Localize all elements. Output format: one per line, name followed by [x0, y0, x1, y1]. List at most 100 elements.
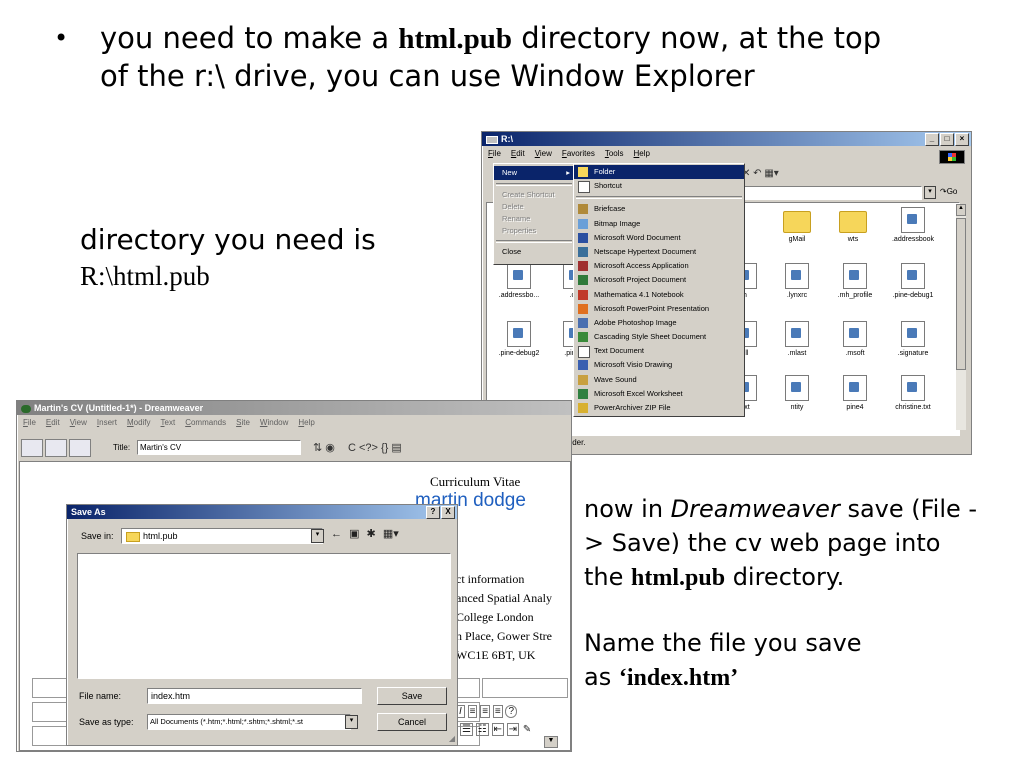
menu-help[interactable]: Help [634, 149, 650, 158]
dw-list-buttons[interactable]: ☰ ☷ ⇤ ⇥ ✎ [460, 723, 532, 736]
new-netscape-item[interactable]: Netscape Hypertext Document [574, 245, 744, 259]
go-button[interactable]: ↷Go [940, 187, 957, 196]
file-menu-new[interactable]: New ▸ [494, 166, 574, 181]
cancel-button[interactable]: Cancel [377, 713, 447, 731]
new-shortcut-item[interactable]: Shortcut [574, 179, 744, 194]
help-icon[interactable]: ? [505, 705, 517, 718]
code-view-icon[interactable] [21, 439, 43, 457]
new-visio-item[interactable]: Microsoft Visio Drawing [574, 358, 744, 372]
menu-tools[interactable]: Tools [605, 149, 624, 158]
new-photoshop-item[interactable]: Adobe Photoshop Image [574, 316, 744, 330]
scroll-thumb[interactable] [956, 218, 966, 370]
new-mathematica-item[interactable]: Mathematica 4.1 Notebook [574, 288, 744, 302]
dw-toolbar-icons[interactable]: ⇅ ◉ C <?> {} ▤ [313, 441, 402, 454]
align-center-icon[interactable]: ≡ [480, 705, 491, 718]
new-submenu[interactable]: Folder Shortcut Briefcase Bitmap Image M… [573, 163, 745, 418]
new-wave-item[interactable]: Wave Sound [574, 373, 744, 387]
save-button[interactable]: Save [377, 687, 447, 705]
save-dialog-titlebar[interactable]: Save As ? X [67, 505, 457, 519]
file-menu-close[interactable]: Close [494, 246, 574, 258]
file-menu-delete[interactable]: Delete [494, 201, 574, 213]
indent-icon[interactable]: ⇥ [506, 723, 520, 736]
dw-table-cell[interactable] [482, 678, 568, 698]
file-item[interactable]: .addressbo... [491, 263, 547, 299]
file-item[interactable]: .pine-debug1 [885, 263, 941, 299]
align-right-icon[interactable]: ≡ [492, 705, 503, 718]
resize-grip-icon[interactable]: ◢ [449, 734, 455, 743]
menu-file[interactable]: File [488, 149, 501, 158]
save-in-dropdown-arrow[interactable]: ▾ [311, 529, 324, 543]
file-item[interactable]: ntity [769, 375, 825, 411]
new-folder-item[interactable]: Folder [574, 165, 744, 180]
new-excel-item[interactable]: Microsoft Excel Worksheet [574, 387, 744, 401]
save-as-type-dropdown[interactable]: All Documents (*.htm;*.html;*.shtm;*.sht… [147, 714, 351, 730]
address-dropdown[interactable]: ▾ [924, 186, 936, 199]
file-item[interactable]: pine4 [827, 375, 883, 411]
file-item[interactable]: christine.txt [885, 375, 941, 411]
file-item[interactable]: .msoft [827, 321, 883, 357]
new-project-item[interactable]: Microsoft Project Document [574, 273, 744, 287]
close-button[interactable]: × [955, 133, 969, 146]
new-css-item[interactable]: Cascading Style Sheet Document [574, 330, 744, 344]
file-item[interactable]: wts [825, 207, 881, 243]
file-menu-create-shortcut[interactable]: Create Shortcut [494, 189, 574, 201]
dw-menu-help[interactable]: Help [298, 418, 314, 427]
dw-menu-window[interactable]: Window [260, 418, 288, 427]
file-management-icon[interactable]: ⇅ [313, 442, 322, 454]
new-word-item[interactable]: Microsoft Word Document [574, 231, 744, 245]
maximize-button[interactable]: □ [940, 133, 954, 146]
design-view-icon[interactable] [69, 439, 91, 457]
save-in-dropdown[interactable]: html.pub [121, 528, 323, 544]
minimize-button[interactable]: _ [925, 133, 939, 146]
refresh-icon[interactable]: C [348, 442, 356, 454]
dw-title-input[interactable]: Martin's CV [137, 440, 301, 455]
file-item[interactable]: .signature [885, 321, 941, 357]
dw-menu-commands[interactable]: Commands [185, 418, 226, 427]
up-folder-icon[interactable]: ▣ [349, 528, 359, 540]
file-item[interactable]: .pine-debug2 [491, 321, 547, 357]
ordered-list-icon[interactable]: ☷ [475, 723, 489, 736]
save-as-type-arrow[interactable]: ▾ [345, 715, 358, 729]
code-reference-icon[interactable]: <?> [359, 442, 378, 454]
explorer-scrollbar[interactable]: ▲ [956, 204, 966, 430]
dw-menu-view[interactable]: View [70, 418, 87, 427]
dw-menu-modify[interactable]: Modify [127, 418, 151, 427]
new-folder-icon[interactable]: ✱ [367, 528, 376, 540]
toolbar-delete-undo[interactable]: ✕ ↶ ▦▾ [742, 168, 779, 179]
new-bitmap-item[interactable]: Bitmap Image [574, 217, 744, 231]
file-item[interactable]: .lynxrc [769, 263, 825, 299]
edit-icon[interactable]: ✎ [522, 724, 532, 735]
menu-edit[interactable]: Edit [511, 149, 525, 158]
split-view-icon[interactable] [45, 439, 67, 457]
file-name-input[interactable]: index.htm [147, 688, 362, 704]
outdent-icon[interactable]: ⇤ [491, 723, 504, 736]
new-powerpoint-item[interactable]: Microsoft PowerPoint Presentation [574, 302, 744, 316]
save-file-list[interactable] [77, 553, 451, 679]
file-menu-rename[interactable]: Rename [494, 213, 574, 225]
menu-view[interactable]: View [535, 149, 552, 158]
align-left-icon[interactable]: ≡ [467, 705, 478, 718]
new-access-item[interactable]: Microsoft Access Application [574, 259, 744, 273]
file-item[interactable]: .mh_profile [827, 263, 883, 299]
dw-menu-text[interactable]: Text [161, 418, 176, 427]
file-menu-properties[interactable]: Properties [494, 225, 574, 237]
new-zip-item[interactable]: PowerArchiver ZIP File [574, 401, 744, 415]
code-navigation-icon[interactable]: {} [381, 442, 388, 454]
dw-menu-site[interactable]: Site [236, 418, 250, 427]
expand-arrow-icon[interactable]: ▼ [544, 736, 558, 748]
preview-browser-icon[interactable]: ◉ [325, 442, 335, 454]
save-as-dialog[interactable]: Save As ? X Save in: html.pub ▾ ← ▣ ✱ ▦▾… [66, 504, 458, 746]
new-text-item[interactable]: Text Document [574, 344, 744, 359]
menu-favorites[interactable]: Favorites [562, 149, 595, 158]
dreamweaver-titlebar[interactable]: Martin's CV (Untitled-1*) - Dreamweaver [17, 401, 571, 415]
dialog-close-button[interactable]: X [441, 506, 455, 519]
dw-properties-buttons[interactable]: I ≡ ≡ ≡ ? [456, 705, 517, 718]
new-briefcase-item[interactable]: Briefcase [574, 202, 744, 216]
dw-menu-edit[interactable]: Edit [46, 418, 60, 427]
address-bar[interactable] [742, 186, 922, 200]
file-menu[interactable]: New ▸ Create Shortcut Delete Rename Prope… [493, 163, 575, 265]
dw-menu-file[interactable]: File [23, 418, 36, 427]
file-item[interactable]: gMail [769, 207, 825, 243]
back-arrow-icon[interactable]: ← [331, 528, 342, 540]
explorer-titlebar[interactable]: R:\ _ □ × [482, 132, 971, 146]
